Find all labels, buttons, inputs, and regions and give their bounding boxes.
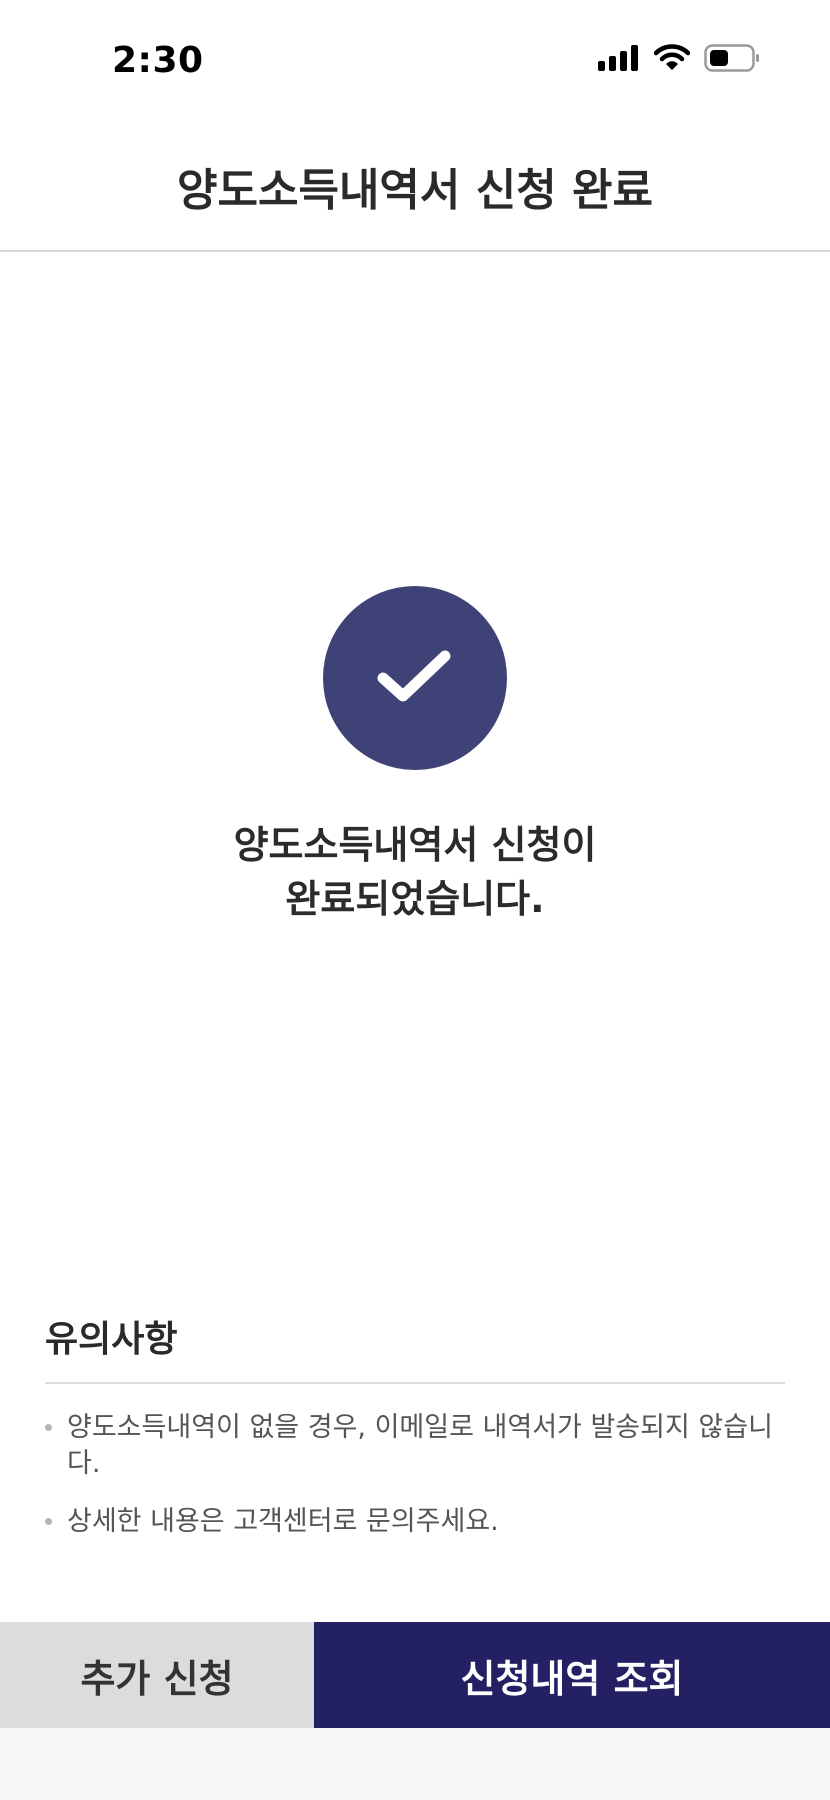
header: 양도소득내역서 신청 완료 (0, 130, 830, 252)
notice-section: 유의사항 양도소득내역이 없을 경우, 이메일로 내역서가 발송되지 않습니다.… (45, 1310, 785, 1562)
list-item: 상세한 내용은 고객센터로 문의주세요. (45, 1504, 785, 1540)
bullet-icon (45, 1424, 52, 1431)
status-icons (598, 44, 760, 76)
home-indicator-area (0, 1728, 830, 1800)
view-history-button[interactable]: 신청내역 조회 (314, 1622, 830, 1728)
list-item: 양도소득내역이 없을 경우, 이메일로 내역서가 발송되지 않습니다. (45, 1410, 785, 1482)
wifi-icon (653, 44, 691, 76)
success-area: 양도소득내역서 신청이 완료되었습니다. (0, 586, 830, 926)
success-message: 양도소득내역서 신청이 완료되었습니다. (234, 818, 597, 926)
bottom-action-bar: 추가 신청 신청내역 조회 (0, 1622, 830, 1728)
bullet-icon (45, 1518, 52, 1525)
check-icon (375, 646, 455, 710)
notice-title: 유의사항 (45, 1310, 785, 1384)
success-message-line2: 완료되었습니다. (285, 877, 545, 921)
additional-request-button[interactable]: 추가 신청 (0, 1622, 314, 1728)
notice-item-text: 양도소득내역이 없을 경우, 이메일로 내역서가 발송되지 않습니다. (67, 1412, 773, 1479)
signal-icon (598, 45, 640, 75)
status-bar: 2:30 (0, 0, 830, 120)
page-title: 양도소득내역서 신청 완료 (177, 165, 653, 216)
notice-list: 양도소득내역이 없을 경우, 이메일로 내역서가 발송되지 않습니다. 상세한 … (45, 1410, 785, 1540)
battery-icon (704, 44, 760, 76)
notice-item-text: 상세한 내용은 고객센터로 문의주세요. (67, 1506, 499, 1537)
status-time: 2:30 (112, 40, 204, 81)
success-badge (323, 586, 507, 770)
success-message-line1: 양도소득내역서 신청이 (233, 823, 597, 867)
